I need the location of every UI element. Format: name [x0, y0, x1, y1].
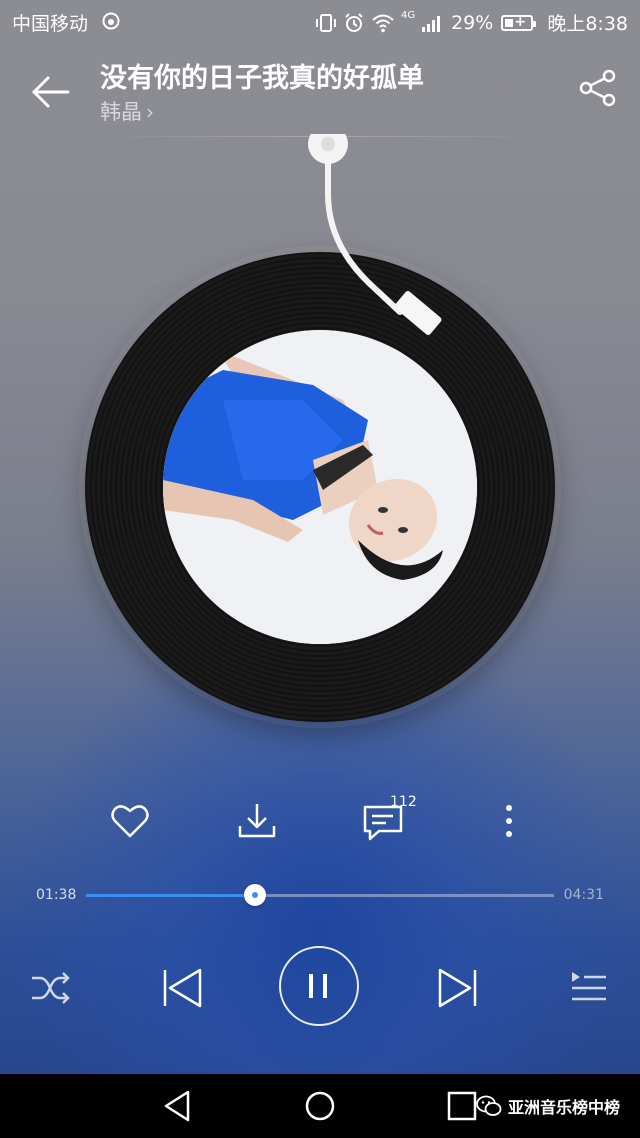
pause-icon [309, 974, 327, 998]
artist-name: 韩晶 [100, 100, 142, 124]
watermark: 亚洲音乐榜中榜 [476, 1094, 620, 1118]
watermark-text: 亚洲音乐榜中榜 [508, 1098, 621, 1117]
comment-count: 112 [390, 794, 417, 810]
player-screen: 中国移动 4G 29% + 晚上8:38 没有你的日子我真的好孤单 韩晶 › 1… [0, 0, 640, 1074]
tonearm [308, 134, 442, 335]
alarm-icon [345, 12, 363, 32]
seek-track[interactable] [86, 894, 554, 897]
more-vertical-icon[interactable] [486, 798, 532, 844]
progress-bar: 01:38 04:31 [0, 870, 640, 920]
current-time: 01:38 [36, 887, 77, 903]
skip-next-icon[interactable] [434, 964, 482, 1012]
vibrate-icon [315, 13, 336, 32]
action-row: 112 [0, 790, 640, 850]
battery-percent: 29% [451, 11, 494, 34]
carrier-label: 中国移动 [12, 13, 89, 35]
seek-track-fill [86, 894, 256, 897]
back-arrow-icon[interactable] [26, 68, 74, 116]
song-title: 没有你的日子我真的好孤单 [100, 63, 424, 94]
nav-back-icon[interactable] [160, 1088, 196, 1124]
total-time: 04:31 [563, 887, 604, 903]
artist-link[interactable]: 韩晶 › [100, 96, 154, 126]
skip-previous-icon[interactable] [158, 964, 206, 1012]
hd-call-icon [102, 12, 120, 30]
clock: 晚上8:38 [547, 13, 628, 35]
wechat-icon [476, 1095, 502, 1116]
signal-icon [422, 15, 441, 32]
shuffle-icon[interactable] [28, 966, 72, 1010]
heart-icon[interactable] [107, 798, 153, 844]
network-type-label: 4G [400, 10, 416, 21]
share-icon[interactable] [578, 68, 618, 108]
album-art [163, 330, 477, 644]
chevron-right-icon: › [146, 100, 154, 124]
playback-controls [0, 940, 640, 1040]
player-header: 没有你的日子我真的好孤单 韩晶 › [0, 50, 640, 140]
battery-icon: + [501, 14, 537, 31]
system-nav-bar: 亚洲音乐榜中榜 [0, 1074, 640, 1138]
nav-recents-icon[interactable] [444, 1088, 480, 1124]
album-cover-image [163, 330, 477, 644]
pause-button[interactable] [279, 946, 359, 1026]
status-icons: 4G 29% + 晚上8:38 [315, 9, 628, 36]
playlist-icon[interactable] [566, 966, 610, 1010]
download-icon[interactable] [234, 798, 280, 844]
wifi-icon [372, 14, 394, 32]
nav-home-icon[interactable] [302, 1088, 338, 1124]
seek-thumb[interactable] [244, 884, 267, 906]
status-bar: 中国移动 4G 29% + 晚上8:38 [0, 0, 640, 44]
